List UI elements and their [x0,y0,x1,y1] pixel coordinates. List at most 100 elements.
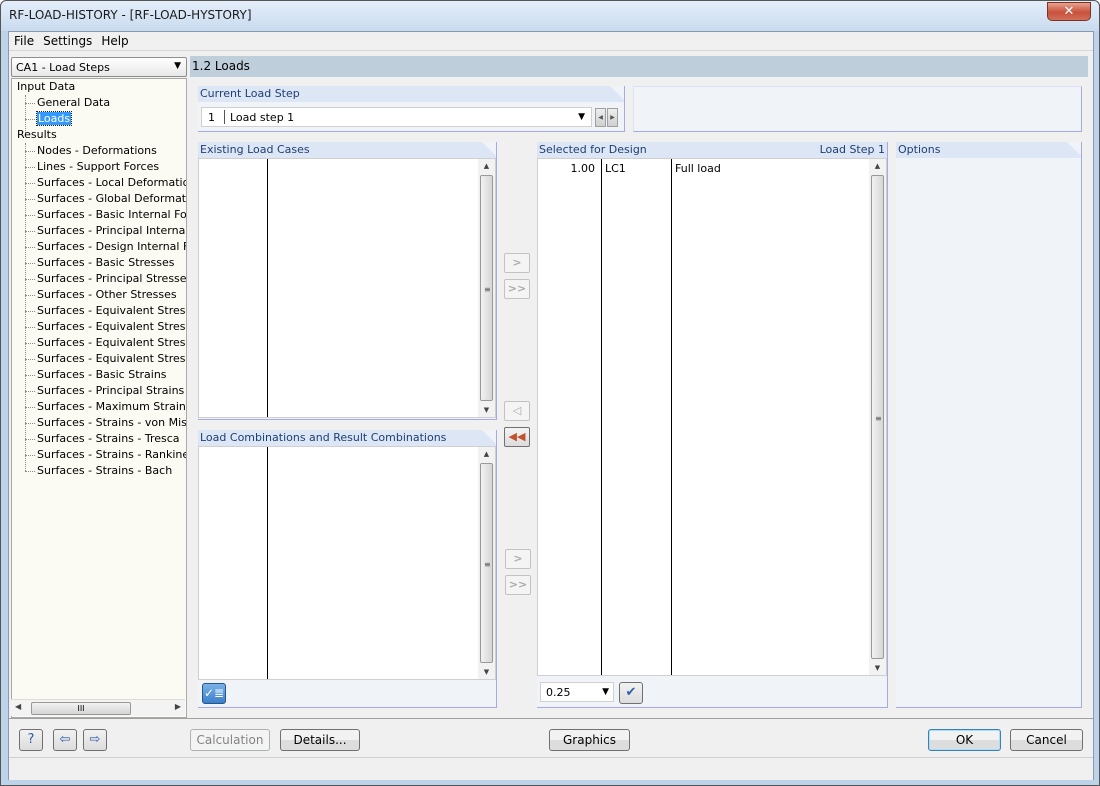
options-header: Options [896,142,1081,158]
tree-item-result[interactable]: Surfaces - Strains - von Mises [24,415,186,431]
checkmark-icon: ✔ [625,685,637,700]
arrow-left-icon: ◀ [598,114,603,121]
tree-item-result[interactable]: Surfaces - Equivalent Stresses [25,303,186,319]
options-group: Options [896,142,1082,708]
load-combinations-header: Load Combinations and Result Combination… [198,430,496,446]
calculation-button[interactable]: Calculation [190,729,270,751]
load-combinations-group: Load Combinations and Result Combination… [198,430,497,708]
next-window-button[interactable]: ⇨ [83,729,107,751]
add-combination-button[interactable]: > [505,549,531,569]
tree-item-result[interactable]: Surfaces - Basic Stresses [25,255,175,271]
tree-node-results[interactable]: Results [17,127,57,143]
close-icon: ✕ [1063,4,1075,19]
load-step-number: 1 [208,111,215,124]
details-button[interactable]: Details... [280,729,360,751]
tree-item-result[interactable]: Surfaces - Equivalent Stresses [25,351,186,367]
case-selector-value: CA1 - Load Steps [16,61,110,74]
vertical-scrollbar[interactable]: ▲ ≡ ▼ [478,159,495,417]
existing-load-cases-header: Existing Load Cases [198,142,496,158]
double-arrow-left-icon: ◀◀ [508,430,526,443]
window-back-icon: ⇦ [59,732,71,747]
add-all-combinations-button[interactable]: >> [505,575,531,595]
tree-horizontal-scrollbar[interactable]: ◀ III ▶ [11,699,185,716]
app-window: RF-LOAD-HISTORY - [RF-LOAD-HYSTORY] ✕ Fi… [0,0,1100,786]
tree-item-result[interactable]: Surfaces - Equivalent Stresses [25,335,186,351]
tree-item-result[interactable]: Surfaces - Principal Internal Forces [24,223,186,239]
scroll-thumb[interactable]: III [31,702,131,715]
add-button[interactable]: > [504,253,530,273]
tree-item-result[interactable]: Lines - Support Forces [24,159,159,175]
window-forward-icon: ⇨ [89,732,101,747]
selected-for-design-header: Selected for Design Load Step 1 [537,142,887,158]
previous-step-button[interactable]: ◀ [595,108,606,127]
tree-item-result[interactable]: Surfaces - Equivalent Stresses [25,319,186,335]
load-step-dropdown[interactable]: 1 Load step 1 ▼ [201,107,592,127]
scroll-left-icon[interactable]: ◀ [15,702,21,711]
scroll-up-icon[interactable]: ▲ [478,162,495,170]
tree-item-loads-label: Loads [35,111,73,126]
grip-icon: ≡ [484,560,491,569]
scroll-up-icon[interactable]: ▲ [869,162,886,170]
scroll-up-icon[interactable]: ▲ [478,450,495,458]
tree-item-result[interactable]: Surfaces - Basic Strains [25,367,167,383]
tree-item-loads[interactable]: Loads [24,111,73,127]
help-button[interactable]: ? [19,729,43,751]
factor-dropdown[interactable]: 0.25 ▼ [540,682,614,702]
tree-item-result[interactable]: Surfaces - Other Stresses [25,287,177,303]
tree-item-result[interactable]: Surfaces - Strains - Bach [24,463,172,479]
scroll-down-icon[interactable]: ▼ [478,668,495,676]
next-step-button[interactable]: ▶ [607,108,618,127]
scroll-right-icon[interactable]: ▶ [175,702,181,711]
apply-factor-button[interactable]: ✔ [619,682,643,704]
window-title: RF-LOAD-HISTORY - [RF-LOAD-HYSTORY] [9,8,252,22]
vertical-scrollbar[interactable]: ▲ ≡ ▼ [869,159,886,675]
divider [9,718,1093,719]
group-title: Selected for Design [539,143,647,156]
vertical-scrollbar[interactable]: ▲ ≡ ▼ [478,447,495,679]
tree-item-result[interactable]: Surfaces - Strains - Tresca [25,431,180,447]
graphics-button[interactable]: Graphics [549,729,630,751]
tree-item-general-data[interactable]: General Data [24,95,110,111]
tree-connector [25,143,26,471]
tree-item-result[interactable]: Surfaces - Strains - Rankine [24,447,186,463]
scroll-thumb[interactable]: ≡ [480,463,493,663]
ok-button[interactable]: OK [928,729,1001,751]
cancel-button[interactable]: Cancel [1010,729,1083,751]
menu-help[interactable]: Help [96,32,132,48]
tree-node-input-data[interactable]: Input Data [17,79,75,95]
existing-load-cases-list[interactable]: ▲ ≡ ▼ [198,158,496,418]
factor-cell: 1.00 [570,162,596,175]
selected-for-design-list[interactable]: 1.00 LC1 Full load ▲ ≡ ▼ [537,158,887,676]
load-combinations-list[interactable]: ▲ ≡ ▼ [198,446,496,680]
scroll-thumb[interactable]: ≡ [871,175,884,659]
chevron-down-icon: ▼ [602,687,609,697]
add-all-button[interactable]: >> [504,279,530,299]
group-title: Existing Load Cases [200,143,310,156]
tree-item-result[interactable]: Surfaces - Maximum Strains [25,399,186,415]
tree-item-result[interactable]: Surfaces - Local Deformations [24,175,186,191]
previous-window-button[interactable]: ⇦ [53,729,77,751]
remove-all-button[interactable]: ◀◀ [504,427,530,447]
close-button[interactable]: ✕ [1047,2,1091,21]
tree-item-result[interactable]: Surfaces - Principal Strains [24,383,184,399]
scroll-thumb[interactable]: ≡ [480,175,493,401]
select-all-button[interactable]: ✓≣ [202,683,226,704]
group-title: Load Combinations and Result Combination… [200,431,447,444]
remove-button[interactable]: ◁ [504,401,530,421]
tree-item-result[interactable]: Surfaces - Basic Internal Forces [25,207,186,223]
tree-item-result[interactable]: Surfaces - Principal Stresses [24,271,186,287]
menu-file[interactable]: File [9,32,38,48]
checklist-icon: ✓≣ [203,686,225,700]
menu-settings[interactable]: Settings [38,32,96,48]
table-row[interactable]: 1.00 LC1 Full load [538,162,868,176]
selected-for-design-group: Selected for Design Load Step 1 1.00 LC1… [537,142,888,708]
tree-item-result[interactable]: Surfaces - Global Deformations [25,191,186,207]
scroll-down-icon[interactable]: ▼ [869,664,886,672]
description-cell: Full load [675,162,721,175]
chevron-down-icon: ▼ [174,61,181,71]
divider [224,110,225,124]
tree-item-result[interactable]: Nodes - Deformations [25,143,157,159]
tree-item-result[interactable]: Surfaces - Design Internal Forces [24,239,186,255]
case-selector-dropdown[interactable]: CA1 - Load Steps ▼ [11,57,187,77]
scroll-down-icon[interactable]: ▼ [478,406,495,414]
